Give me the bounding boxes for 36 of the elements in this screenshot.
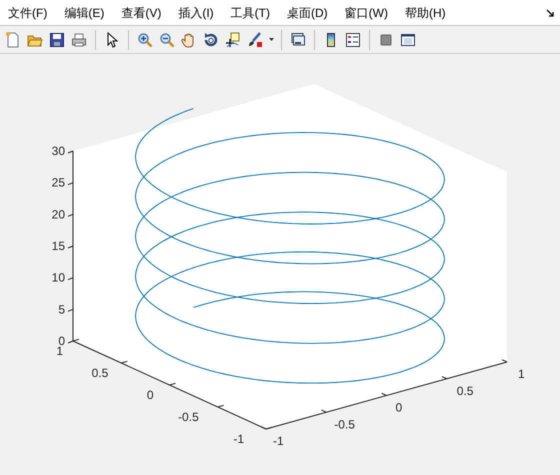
menu-item[interactable]: 插入(I)	[178, 4, 231, 22]
tick-label: -1	[273, 434, 284, 448]
menu-item[interactable]: 文件(F)	[8, 4, 64, 22]
tick-label: -0.5	[334, 417, 355, 432]
zoom-in-icon[interactable]	[137, 32, 153, 48]
window-icon[interactable]	[400, 32, 416, 48]
zoom-out-icon[interactable]	[159, 32, 175, 48]
save-icon[interactable]	[49, 32, 65, 48]
tick-label: 15	[52, 239, 65, 253]
rotate-icon[interactable]	[203, 32, 219, 48]
legend-icon[interactable]	[345, 32, 361, 48]
menu-item[interactable]: 查看(V)	[121, 4, 178, 22]
menu-item[interactable]: 窗口(W)	[344, 4, 405, 22]
menu-item[interactable]: 桌面(D)	[286, 4, 345, 22]
tick-label: 0.5	[92, 366, 108, 380]
tick-label: 1	[518, 367, 525, 381]
tick-label: 5	[58, 302, 65, 316]
tick-label: 0	[396, 400, 402, 414]
menu-item[interactable]: 帮助(H)	[404, 4, 463, 22]
tick-label: -0.5	[178, 410, 199, 424]
tick-label: -1	[233, 432, 244, 446]
brush-icon[interactable]	[247, 32, 263, 48]
dropdown-caret-icon[interactable]	[268, 38, 274, 41]
menu-item[interactable]: 编辑(E)	[64, 4, 122, 22]
square-icon[interactable]	[378, 32, 394, 48]
data-cursor-icon[interactable]	[225, 32, 241, 48]
new-file-icon[interactable]	[5, 32, 21, 48]
print-icon[interactable]	[71, 32, 87, 48]
tick-label: 0.5	[456, 384, 474, 398]
tick-label: 0	[146, 388, 154, 402]
tick-label: 25	[52, 176, 65, 190]
tick-label: 20	[52, 207, 65, 222]
menu-item[interactable]: 工具(T)	[230, 4, 287, 22]
tick-label: 30	[52, 144, 65, 158]
tick-label: 10	[52, 270, 65, 285]
dock-arrow-icon[interactable]	[546, 8, 554, 16]
